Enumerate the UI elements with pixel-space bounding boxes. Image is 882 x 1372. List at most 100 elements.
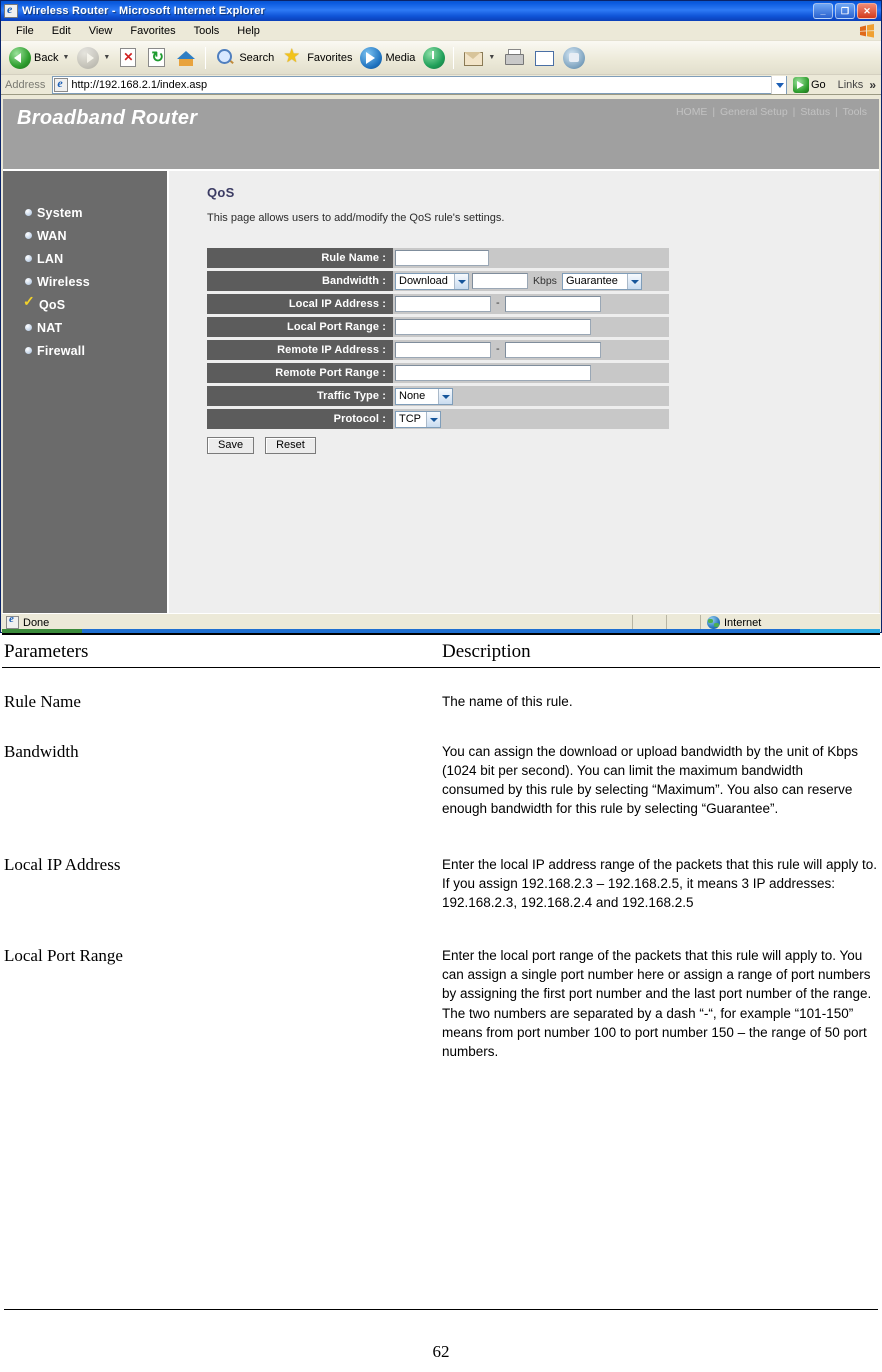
forward-button[interactable]: ▼ (73, 43, 114, 73)
minimize-button[interactable]: _ (813, 3, 833, 19)
nav-separator-3: | (835, 106, 838, 118)
ip-range-separator: - (496, 342, 500, 355)
sidebar-item-firewall[interactable]: Firewall (3, 339, 167, 362)
links-label[interactable]: Links (832, 79, 864, 91)
bandwidth-mode-value: Guarantee (565, 275, 618, 287)
bullet-icon (25, 347, 32, 354)
table-header-row: Parameters Description (0, 635, 882, 667)
favorites-button[interactable]: Favorites (278, 43, 356, 73)
top-nav-home[interactable]: HOME (676, 106, 708, 118)
chevron-down-icon-mail[interactable]: ▼ (488, 54, 495, 61)
history-icon (423, 46, 446, 69)
bandwidth-direction-select[interactable]: Download (395, 272, 469, 290)
form-row-remote-port: Remote Port Range : (207, 363, 669, 383)
brand-title: Broadband Router (17, 107, 198, 129)
qos-form: Rule Name : Bandwidth : Download Kbps Gu… (207, 248, 669, 454)
remote-ip-end-input[interactable] (504, 342, 601, 358)
print-button[interactable] (499, 43, 529, 73)
menu-item-file[interactable]: File (7, 24, 43, 38)
desc-bandwidth: You can assign the download or upload ba… (442, 744, 859, 817)
local-ip-end-input[interactable] (504, 296, 601, 312)
bullet-icon (25, 324, 32, 331)
column-header-description: Description (442, 641, 531, 662)
go-arrow-icon (792, 76, 809, 93)
sidebar-item-nat[interactable]: NAT (3, 316, 167, 339)
close-button[interactable]: ✕ (857, 3, 877, 19)
forward-icon (77, 46, 100, 69)
search-button[interactable]: Search (210, 43, 278, 73)
top-nav-tools[interactable]: Tools (842, 106, 867, 118)
home-button[interactable] (171, 43, 201, 73)
back-icon (9, 46, 31, 69)
sidebar-item-wan[interactable]: WAN (3, 224, 167, 247)
desc-rule-name: The name of this rule. (442, 694, 573, 709)
edit-icon (533, 47, 555, 69)
bullet-icon (25, 232, 32, 239)
top-nav-general-setup[interactable]: General Setup (720, 106, 788, 118)
messenger-button[interactable] (559, 43, 589, 73)
remote-port-range-input[interactable] (395, 365, 591, 381)
page-description: This page allows users to add/modify the… (207, 212, 505, 224)
menu-bar: File Edit View Favorites Tools Help (1, 21, 881, 41)
param-rule-name: Rule Name (4, 692, 81, 711)
chevron-down-icon[interactable]: ▼ (62, 54, 69, 61)
local-port-label: Local Port Range : (207, 317, 393, 337)
router-body: System WAN LAN Wireless QoS (3, 171, 879, 613)
traffic-type-select[interactable]: None (395, 387, 453, 405)
stop-button[interactable] (114, 43, 142, 73)
sidebar-item-wireless[interactable]: Wireless (3, 270, 167, 293)
table-row: Bandwidth You can assign the download or… (0, 712, 882, 819)
remote-ip-start-input[interactable] (395, 342, 491, 358)
address-input[interactable]: http://192.168.2.1/index.asp (52, 75, 787, 94)
media-button[interactable]: Media (356, 43, 419, 73)
form-row-local-ip: Local IP Address : - (207, 294, 669, 314)
sidebar: System WAN LAN Wireless QoS (3, 171, 169, 613)
bandwidth-mode-select[interactable]: Guarantee (561, 272, 642, 290)
bandwidth-direction-value: Download (399, 275, 448, 287)
mail-icon (462, 47, 484, 69)
bandwidth-value-input[interactable] (472, 273, 528, 289)
protocol-label: Protocol : (207, 409, 393, 429)
sidebar-item-label: NAT (37, 320, 63, 335)
sidebar-item-lan[interactable]: LAN (3, 247, 167, 270)
reset-button[interactable]: Reset (265, 437, 316, 454)
links-chevron-icon[interactable]: » (866, 78, 879, 92)
mail-button[interactable]: ▼ (458, 43, 499, 73)
save-button[interactable]: Save (207, 437, 255, 454)
menu-item-edit[interactable]: Edit (43, 24, 80, 38)
sidebar-item-label: System (37, 205, 83, 220)
chevron-down-icon (426, 411, 440, 427)
maximize-button[interactable]: ❐ (835, 3, 855, 19)
bandwidth-field-cell: Download Kbps Guarantee (393, 271, 669, 291)
back-button[interactable]: Back ▼ (5, 43, 73, 73)
sidebar-item-label: WAN (37, 228, 67, 243)
menu-item-tools[interactable]: Tools (185, 24, 229, 38)
top-nav-status[interactable]: Status (800, 106, 830, 118)
edit-button[interactable] (529, 43, 559, 73)
local-ip-label: Local IP Address : (207, 294, 393, 314)
rule-name-input[interactable] (395, 250, 489, 266)
local-port-range-input[interactable] (395, 319, 591, 335)
protocol-select[interactable]: TCP (395, 410, 441, 428)
history-button[interactable] (419, 43, 449, 73)
menu-item-help[interactable]: Help (228, 24, 269, 38)
go-button[interactable]: Go (790, 76, 829, 93)
menu-item-favorites[interactable]: Favorites (121, 24, 184, 38)
remote-ip-label: Remote IP Address : (207, 340, 393, 360)
desc-local-port-range: Enter the local port range of the packet… (442, 948, 872, 1059)
refresh-button[interactable] (142, 43, 171, 73)
title-bar: Wireless Router - Microsoft Internet Exp… (1, 1, 881, 21)
address-dropdown-icon[interactable] (770, 75, 786, 94)
form-row-rule-name: Rule Name : (207, 248, 669, 268)
chevron-down-icon-forward[interactable]: ▼ (103, 54, 110, 61)
sidebar-item-system[interactable]: System (3, 201, 167, 224)
local-ip-start-input[interactable] (395, 296, 491, 312)
form-row-remote-ip: Remote IP Address : - (207, 340, 669, 360)
checkmark-icon (23, 293, 35, 310)
rule-name-field-cell (393, 248, 669, 268)
page-viewport: Broadband Router HOME | General Setup | … (3, 99, 879, 615)
menu-item-view[interactable]: View (80, 24, 122, 38)
zone-label: Internet (724, 616, 762, 629)
sidebar-item-qos[interactable]: QoS (3, 293, 167, 316)
page-icon (54, 76, 69, 92)
